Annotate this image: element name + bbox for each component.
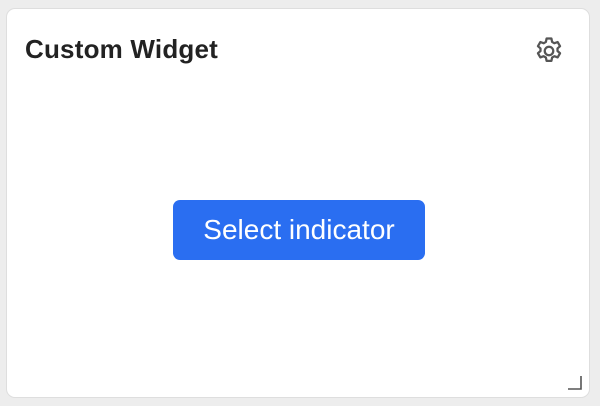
resize-corner-icon bbox=[565, 373, 583, 391]
select-indicator-button[interactable]: Select indicator bbox=[173, 200, 425, 260]
gear-icon bbox=[532, 34, 566, 68]
resize-handle[interactable] bbox=[565, 373, 583, 391]
widget-title: Custom Widget bbox=[25, 34, 219, 64]
custom-widget-card: Custom Widget Select indicator bbox=[6, 8, 590, 398]
settings-button[interactable] bbox=[531, 33, 567, 69]
